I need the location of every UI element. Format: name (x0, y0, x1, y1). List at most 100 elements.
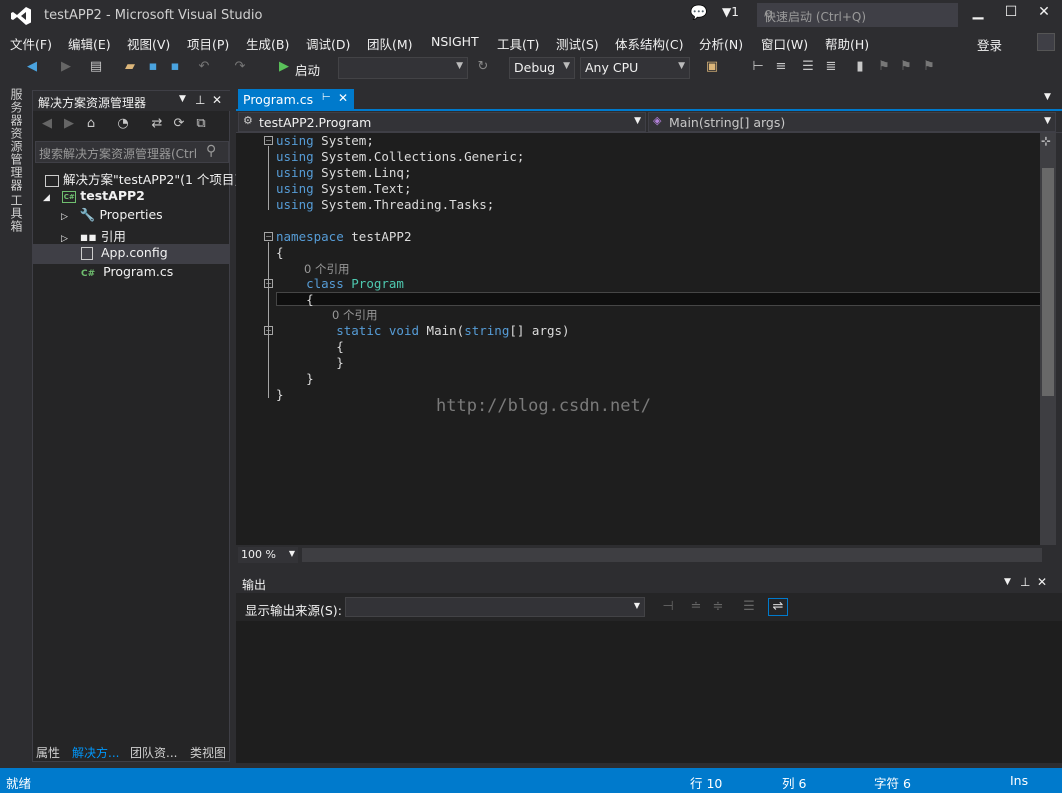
horizontal-scrollbar[interactable] (302, 548, 1042, 562)
start-button[interactable]: 启动 (295, 60, 320, 79)
solution-node[interactable]: 解决方案"testAPP2"(1 个项目) (45, 169, 239, 188)
menu-help[interactable]: 帮助(H) (825, 34, 869, 53)
menu-tools[interactable]: 工具(T) (497, 34, 539, 53)
collapse-all-icon[interactable]: ⧉ (193, 116, 209, 132)
pin-icon[interactable]: ⊥ (195, 93, 205, 107)
tab-overflow-icon[interactable]: ▼ (1044, 92, 1051, 102)
output-source-combo[interactable]: ▼ (345, 597, 645, 617)
tab-class-view[interactable]: 类视图 (190, 744, 226, 761)
notifications-button[interactable]: ▼1 (722, 5, 739, 19)
tab-program-cs[interactable]: Program.cs ⊢ ✕ (238, 89, 354, 109)
csharp-file-icon: C# (81, 269, 96, 279)
open-folder-icon[interactable]: ▰ (122, 59, 138, 75)
menu-debug[interactable]: 调试(D) (306, 34, 350, 53)
clear-all-icon[interactable]: ☰ (741, 599, 757, 615)
class-dropdown[interactable]: ⚙ testAPP2.Program ▼ (238, 112, 646, 132)
tab-team-explorer[interactable]: 团队资... (130, 744, 177, 761)
code-editor[interactable]: − − − − using System; using System.Colle… (236, 133, 1042, 545)
menu-test[interactable]: 测试(S) (556, 34, 599, 53)
menu-view[interactable]: 视图(V) (127, 34, 170, 53)
bookmark-icon[interactable]: ▮ (852, 59, 868, 75)
align-icon[interactable]: ⊢ (750, 59, 766, 75)
pin-icon[interactable]: ⊥ (1020, 575, 1030, 589)
maximize-button[interactable]: ☐ (997, 4, 1025, 24)
refresh-icon[interactable]: ↻ (475, 59, 491, 75)
fold-toggle-icon[interactable]: − (264, 279, 273, 288)
tree-item-program-cs[interactable]: C# Program.cs (81, 264, 173, 279)
forward-icon[interactable]: ▶ (58, 59, 74, 75)
menu-team[interactable]: 团队(M) (367, 34, 413, 53)
menu-edit[interactable]: 编辑(E) (68, 34, 111, 53)
platform-combo[interactable]: Any CPU ▼ (580, 57, 690, 79)
menu-analyze[interactable]: 分析(N) (699, 34, 743, 53)
minimize-button[interactable]: ▁ (964, 4, 992, 24)
prev-bookmark-icon[interactable]: ⚑ (876, 59, 892, 75)
fold-toggle-icon[interactable]: − (264, 136, 273, 145)
start-icon[interactable]: ▶ (276, 59, 292, 75)
new-project-icon[interactable]: ▤ (88, 59, 104, 75)
close-panel-icon[interactable]: ✕ (1037, 575, 1047, 589)
quick-launch-input[interactable]: 快速启动 (Ctrl+Q) ⚲ (757, 3, 958, 27)
configuration-combo[interactable]: Debug ▼ (509, 57, 575, 79)
uncomment-icon[interactable]: ≣ (823, 59, 839, 75)
forward-icon[interactable]: ▶ (61, 116, 77, 132)
panel-menu-icon[interactable]: ▼ (1004, 577, 1011, 587)
solution-search-input[interactable]: 搜索解决方案资源管理器(Ctrl ⚲ (35, 141, 229, 163)
project-node[interactable]: ◢ C# testAPP2 (43, 188, 145, 203)
history-icon[interactable]: ◔ (115, 116, 131, 132)
scrollbar-thumb[interactable] (1042, 168, 1054, 396)
undo-icon[interactable]: ↶ (196, 59, 212, 75)
member-dropdown[interactable]: ◈ Main(string[] args) ▼ (648, 112, 1056, 132)
zoom-combo[interactable]: 100 % ▼ (238, 547, 298, 563)
code-line: using System; (276, 133, 374, 148)
format-icon[interactable]: ☰ (800, 59, 816, 75)
menu-project[interactable]: 项目(P) (187, 34, 229, 53)
back-icon[interactable]: ◀ (24, 59, 40, 75)
code-lens-hint[interactable]: 0 个引用 (332, 307, 377, 323)
redo-icon[interactable]: ↷ (232, 59, 248, 75)
find-in-files-icon[interactable]: ▣ (704, 59, 720, 75)
server-explorer-tab[interactable]: 服务器资源管理器 (8, 88, 25, 192)
debug-target-combo[interactable]: ▼ (338, 57, 468, 79)
find-message-icon[interactable]: ⊣ (660, 599, 676, 615)
window-title: testAPP2 - Microsoft Visual Studio (44, 8, 263, 23)
panel-menu-icon[interactable]: ▼ (179, 94, 186, 104)
tree-item-app-config[interactable]: App.config (81, 245, 168, 260)
user-avatar-icon[interactable] (1037, 33, 1055, 51)
comment-icon[interactable]: ≡ (773, 59, 789, 75)
tree-item-references[interactable]: ▷ ▪▪ 引用 (61, 226, 126, 245)
tab-solution-explorer[interactable]: 解决方... (72, 744, 119, 761)
menu-architecture[interactable]: 体系结构(C) (615, 34, 683, 53)
menu-file[interactable]: 文件(F) (10, 34, 52, 53)
close-button[interactable]: ✕ (1030, 4, 1058, 24)
close-tab-icon[interactable]: ✕ (338, 91, 348, 105)
next-message-icon[interactable]: ≑ (710, 599, 726, 615)
sync-icon[interactable]: ⇄ (149, 116, 165, 132)
menu-build[interactable]: 生成(B) (246, 34, 289, 53)
back-icon[interactable]: ◀ (39, 116, 55, 132)
split-icon[interactable]: ⊹ (1041, 134, 1051, 148)
tree-item-label: Program.cs (103, 264, 174, 279)
prev-message-icon[interactable]: ≐ (688, 599, 704, 615)
menu-window[interactable]: 窗口(W) (761, 34, 808, 53)
save-icon[interactable]: ▪ (145, 59, 161, 75)
word-wrap-icon[interactable]: ⇌ (768, 598, 788, 616)
feedback-icon[interactable]: 💬 (690, 5, 707, 21)
home-icon[interactable]: ⌂ (83, 116, 99, 132)
solution-icon (45, 174, 59, 187)
refresh-icon[interactable]: ⟳ (171, 116, 187, 132)
next-bookmark-icon[interactable]: ⚑ (898, 59, 914, 75)
output-text-area[interactable] (236, 621, 1062, 763)
code-lens-hint[interactable]: 0 个引用 (304, 261, 349, 277)
menu-nsight[interactable]: NSIGHT (431, 34, 479, 49)
tree-item-properties[interactable]: ▷ 🔧 Properties (61, 207, 163, 223)
toolbox-tab[interactable]: 工具箱 (8, 194, 25, 233)
tab-properties[interactable]: 属性 (36, 744, 60, 761)
close-panel-icon[interactable]: ✕ (212, 93, 222, 107)
save-all-icon[interactable]: ▪ (167, 59, 183, 75)
pin-icon[interactable]: ⊢ (322, 92, 331, 103)
fold-toggle-icon[interactable]: − (264, 326, 273, 335)
clear-bookmarks-icon[interactable]: ⚑ (921, 59, 937, 75)
sign-in-link[interactable]: 登录 (977, 35, 1002, 54)
fold-toggle-icon[interactable]: − (264, 232, 273, 241)
